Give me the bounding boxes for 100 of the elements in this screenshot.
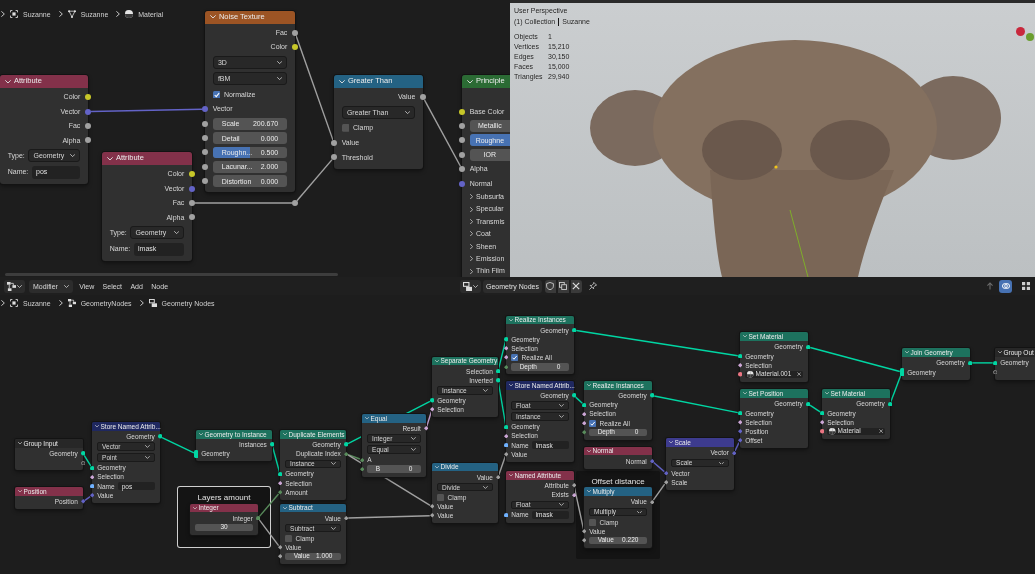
fake-user-button[interactable] — [544, 279, 556, 293]
overlay-toggle[interactable] — [999, 279, 1012, 293]
socket-icon[interactable] — [495, 474, 501, 480]
socket-icon[interactable] — [331, 139, 337, 146]
caret-icon[interactable] — [145, 456, 150, 460]
chevron-icon[interactable] — [742, 335, 747, 338]
chevron-icon[interactable] — [997, 351, 1002, 354]
node-link[interactable] — [575, 329, 739, 357]
socket-icon[interactable] — [269, 442, 275, 447]
node-link[interactable] — [734, 441, 740, 452]
socket-icon[interactable] — [423, 426, 429, 431]
caret-icon[interactable] — [17, 284, 22, 288]
node-link[interactable] — [423, 99, 462, 168]
socket-icon[interactable] — [292, 29, 298, 36]
caret-icon[interactable] — [637, 510, 642, 514]
caret-icon[interactable] — [404, 111, 411, 115]
node-link[interactable] — [573, 487, 585, 530]
chevron-icon[interactable] — [4, 79, 11, 84]
node-link[interactable] — [258, 493, 280, 518]
chevron-icon[interactable] — [198, 433, 203, 436]
chevron-icon[interactable] — [466, 79, 473, 84]
socket-icon[interactable] — [967, 360, 973, 366]
node-link[interactable] — [90, 108, 203, 113]
chevron-icon[interactable] — [364, 417, 369, 420]
checkbox[interactable] — [589, 518, 597, 526]
checkbox[interactable] — [341, 124, 350, 133]
caret-icon[interactable] — [719, 461, 724, 465]
socket-icon[interactable] — [157, 434, 163, 439]
socket-icon[interactable] — [85, 137, 91, 144]
reroute-dot-icon[interactable] — [292, 200, 298, 206]
origin-dot-icon[interactable] — [774, 165, 778, 169]
caret-icon[interactable] — [331, 526, 336, 530]
node-link[interactable] — [653, 461, 665, 473]
caret-icon[interactable] — [411, 448, 416, 452]
caret-icon[interactable] — [331, 462, 336, 466]
socket-icon[interactable] — [189, 214, 195, 221]
socket-icon[interactable] — [503, 512, 509, 518]
checkbox[interactable] — [285, 534, 293, 542]
node-link[interactable] — [258, 519, 280, 547]
socket-icon[interactable] — [343, 515, 349, 521]
close-icon[interactable] — [878, 429, 883, 434]
browse-button[interactable] — [460, 279, 482, 293]
node-link[interactable] — [194, 202, 293, 204]
node-link[interactable] — [652, 483, 666, 501]
socket-icon[interactable] — [571, 327, 577, 333]
socket-icon[interactable] — [420, 94, 426, 101]
socket-icon[interactable] — [649, 499, 655, 505]
chevron-icon[interactable] — [586, 449, 591, 452]
caret-icon[interactable] — [559, 503, 564, 507]
node-link[interactable] — [497, 340, 507, 370]
chevron-icon[interactable] — [586, 384, 591, 387]
chevron-icon[interactable] — [434, 359, 439, 362]
socket-icon[interactable] — [292, 44, 298, 51]
chevron-icon[interactable] — [282, 506, 287, 509]
pin-button[interactable] — [587, 279, 599, 293]
chevron-icon[interactable] — [17, 442, 22, 445]
chevron-icon[interactable] — [508, 474, 513, 477]
socket-icon[interactable] — [805, 344, 811, 350]
node-link[interactable] — [271, 446, 281, 473]
socket-icon[interactable] — [805, 401, 811, 407]
chevron-icon[interactable] — [282, 433, 287, 436]
socket-icon[interactable] — [899, 368, 905, 377]
close-icon[interactable] — [796, 372, 801, 377]
caret-icon[interactable] — [483, 388, 488, 392]
socket-icon[interactable] — [649, 393, 655, 398]
caret-icon[interactable] — [145, 445, 150, 449]
node-link[interactable] — [809, 346, 901, 373]
checkbox[interactable] — [511, 354, 519, 362]
chevron-icon[interactable] — [508, 384, 513, 387]
chevron-icon[interactable] — [508, 318, 513, 321]
axis-dot-icon[interactable] — [1026, 33, 1034, 41]
chevron-icon[interactable] — [192, 506, 197, 509]
chevron-icon[interactable] — [586, 490, 591, 493]
grid-button[interactable] — [1020, 279, 1031, 293]
node-link[interactable] — [890, 373, 902, 403]
socket-icon[interactable] — [255, 515, 261, 521]
node-link[interactable] — [84, 495, 91, 501]
chevron-icon[interactable] — [434, 465, 439, 468]
socket-icon[interactable] — [887, 401, 893, 407]
caret-icon[interactable] — [69, 154, 76, 158]
checkbox[interactable] — [212, 90, 221, 99]
caret-icon[interactable] — [473, 284, 479, 288]
unlink-button[interactable] — [570, 279, 582, 293]
duplicate-button[interactable] — [557, 279, 569, 293]
caret-icon[interactable] — [173, 231, 180, 235]
node-link[interactable] — [161, 436, 195, 454]
chevron-icon[interactable] — [338, 79, 345, 84]
caret-icon[interactable] — [559, 415, 564, 419]
checkbox[interactable] — [589, 419, 597, 427]
axis-dot-icon[interactable] — [1015, 26, 1025, 36]
caret-icon[interactable] — [411, 437, 416, 441]
node-link[interactable] — [296, 158, 333, 202]
node-link[interactable] — [653, 395, 739, 414]
caret-icon[interactable] — [483, 485, 488, 489]
caret-icon[interactable] — [64, 284, 69, 288]
chevron-icon[interactable] — [668, 441, 673, 444]
chevron-icon[interactable] — [94, 425, 99, 428]
chevron-icon[interactable] — [742, 392, 747, 395]
caret-icon[interactable] — [559, 404, 564, 408]
node-link[interactable] — [809, 404, 821, 413]
